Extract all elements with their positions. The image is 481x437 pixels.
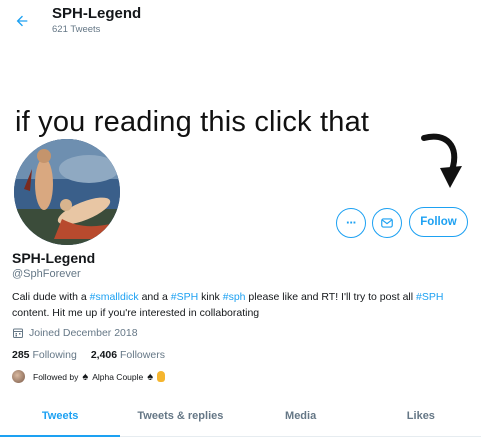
back-arrow-icon[interactable] [10,9,34,33]
followed-by[interactable]: Followed by ♠ Alpha Couple ♠ [12,370,166,383]
profile-bio: Cali dude with a #smalldick and a #SPH k… [12,290,472,321]
bio-text: Cali dude with a [12,291,90,303]
header-tweet-count: 621 Tweets [52,24,101,35]
spade-icon: ♠ [147,370,154,383]
banner-text: if you reading this click that [15,106,370,138]
message-button[interactable] [372,208,402,238]
tab-tweets-replies[interactable]: Tweets & replies [120,396,240,436]
bio-hashtag-link[interactable]: #smalldick [90,291,139,303]
follow-button[interactable]: Follow [409,207,468,237]
follower-avatar [12,370,25,383]
followed-by-name: Alpha Couple [92,371,144,382]
envelope-icon [381,218,393,228]
followers-link[interactable]: 2,406 Followers [91,349,165,361]
follow-stats: 285 Following 2,406 Followers [12,349,165,361]
bio-hashtag-link[interactable]: #SPH [171,291,198,303]
bio-text: content. Hit me up if you're interested … [12,306,260,319]
following-count: 285 [12,349,30,361]
profile-tabs: Tweets Tweets & replies Media Likes [0,396,481,437]
bio-hashtag-link[interactable]: #SPH [416,291,443,303]
more-options-button[interactable]: ··· [336,208,366,238]
header-profile-name: SPH-Legend [52,5,142,22]
tab-media[interactable]: Media [241,396,361,436]
following-label: Following [32,349,77,361]
followers-label: Followers [120,349,165,361]
bio-text: kink [198,291,223,303]
profile-avatar[interactable] [11,136,123,248]
followed-by-prefix: Followed by [33,371,79,382]
spade-icon: ♠ [82,370,89,383]
more-dots-icon: ··· [346,215,357,230]
banner-curved-arrow-icon [421,133,462,188]
bio-hashtag-link[interactable]: #sph [223,291,246,303]
tab-likes[interactable]: Likes [361,396,481,436]
joined-text: Joined December 2018 [29,327,138,339]
following-link[interactable]: 285 Following [12,349,77,361]
bio-text: please like and RT! I'll try to post all [245,291,416,303]
profile-name: SPH-Legend [12,250,96,266]
calendar-icon [13,328,23,338]
hand-emoji-icon [157,371,166,382]
profile-handle: @SphForever [12,268,81,280]
bio-text: and a [138,291,171,303]
followers-count: 2,406 [90,349,118,361]
joined-date: Joined December 2018 [12,327,138,339]
top-bar: SPH-Legend 621 Tweets [0,0,481,42]
tab-tweets[interactable]: Tweets [0,396,121,437]
